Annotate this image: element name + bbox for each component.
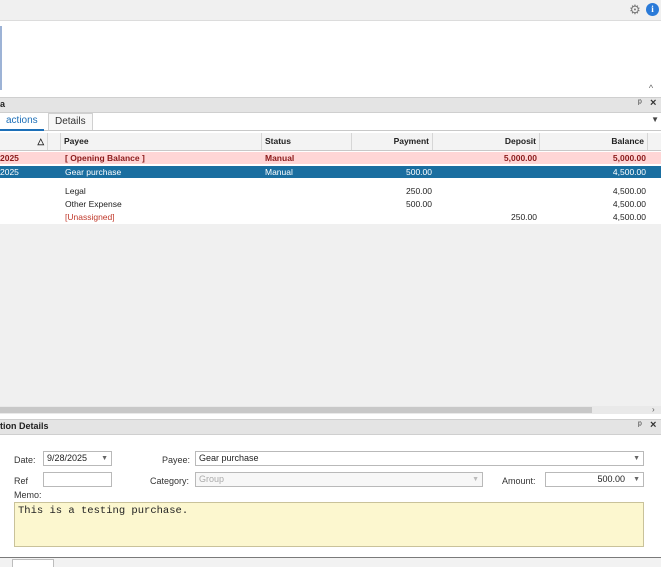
cell-payee: Other Expense xyxy=(65,199,122,209)
collapse-caret-icon[interactable]: ^ xyxy=(645,83,657,93)
col-payee[interactable]: Payee xyxy=(61,133,262,150)
col-payment[interactable]: Payment xyxy=(352,133,433,150)
cell-payee: [ Opening Balance ] xyxy=(65,153,145,163)
cell-balance: 4,500.00 xyxy=(612,167,646,177)
register-tabs: actions Details ▼ xyxy=(0,113,661,131)
pin-icon[interactable]: ᵖ xyxy=(638,98,642,109)
col-deposit[interactable]: Deposit xyxy=(433,133,540,150)
ref-field[interactable] xyxy=(43,472,112,487)
tab-details[interactable]: Details xyxy=(48,113,93,130)
grid-empty-area xyxy=(0,224,661,406)
close-icon[interactable]: × xyxy=(650,97,656,109)
scrollbar-thumb[interactable] xyxy=(0,407,592,413)
category-label: Category: xyxy=(150,476,190,486)
col-sort-indicator[interactable]: △ xyxy=(0,133,48,150)
date-value: 9/28/2025 xyxy=(47,453,88,463)
payee-label: Payee: xyxy=(162,455,191,465)
info-icon[interactable]: i xyxy=(646,3,659,16)
amount-value: 500.00 xyxy=(597,474,625,484)
memo-label: Memo: xyxy=(14,490,42,500)
payee-field[interactable]: Gear purchase ▼ xyxy=(195,451,644,466)
dropdown-icon[interactable]: ▼ xyxy=(633,452,640,465)
cell-deposit: 5,000.00 xyxy=(503,153,537,163)
register-panel-header: a ᵖ × xyxy=(0,97,661,113)
cell-payment: 500.00 xyxy=(406,199,432,209)
cell-balance: 4,500.00 xyxy=(612,212,646,222)
amount-field[interactable]: 500.00 ▼ xyxy=(545,472,644,487)
col-balance[interactable]: Balance xyxy=(540,133,648,150)
date-field[interactable]: 9/28/2025 ▼ xyxy=(43,451,112,466)
category-field[interactable]: Group ▼ xyxy=(195,472,483,487)
cell-payee: Gear purchase xyxy=(65,167,122,177)
cell-date: 2025 xyxy=(0,167,19,177)
register-panel-title: a xyxy=(0,99,6,109)
cell-balance: 5,000.00 xyxy=(612,153,646,163)
details-panel-header: tion Details ᵖ × xyxy=(0,419,661,435)
split-row[interactable]: [Unassigned] 250.00 4,500.00 xyxy=(0,211,661,223)
dropdown-icon[interactable]: ▼ xyxy=(472,473,479,486)
pin-icon[interactable]: ᵖ xyxy=(638,420,642,431)
dropdown-icon[interactable]: ▼ xyxy=(633,473,640,486)
split-row[interactable]: Other Expense 500.00 4,500.00 xyxy=(0,198,661,210)
col-spacer xyxy=(48,133,61,150)
gear-icon[interactable]: ⚙ xyxy=(628,3,642,17)
date-label: Date: xyxy=(14,455,36,465)
cell-status: Manual xyxy=(265,167,293,177)
dropdown-icon[interactable]: ▼ xyxy=(101,452,108,465)
scroll-right-icon[interactable]: › xyxy=(652,405,655,414)
cell-payee: Legal xyxy=(65,186,86,196)
category-placeholder: Group xyxy=(199,474,225,484)
grid-header: △ Payee Status Payment Deposit Balance xyxy=(0,133,661,151)
cell-status: Manual xyxy=(265,153,295,163)
table-row-selected[interactable]: 2025 Gear purchase Manual 500.00 4,500.0… xyxy=(0,166,661,178)
cell-balance: 4,500.00 xyxy=(612,186,646,196)
memo-field[interactable]: This is a testing purchase. xyxy=(14,502,644,547)
amount-label: Amount: xyxy=(502,476,536,486)
details-panel-title: tion Details xyxy=(0,421,49,431)
tab-transactions[interactable]: actions xyxy=(0,113,44,131)
table-row[interactable]: 2025 [ Opening Balance ] Manual 5,000.00… xyxy=(0,152,661,164)
split-row[interactable]: Legal 250.00 4,500.00 xyxy=(0,185,661,197)
cell-payment: 250.00 xyxy=(406,186,432,196)
payee-value: Gear purchase xyxy=(199,453,259,463)
cell-payment: 500.00 xyxy=(406,167,432,177)
ref-label: Ref xyxy=(14,476,29,486)
cell-date: 2025 xyxy=(0,153,19,163)
tab-menu-icon[interactable]: ▼ xyxy=(651,115,659,124)
close-icon[interactable]: × xyxy=(650,419,656,431)
col-status[interactable]: Status xyxy=(262,133,352,150)
cell-balance: 4,500.00 xyxy=(612,199,646,209)
cell-payee: [Unassigned] xyxy=(65,212,115,222)
left-edge-strip xyxy=(0,26,2,90)
cell-deposit: 250.00 xyxy=(511,212,537,222)
top-toolbar: ⚙ i xyxy=(0,0,661,21)
